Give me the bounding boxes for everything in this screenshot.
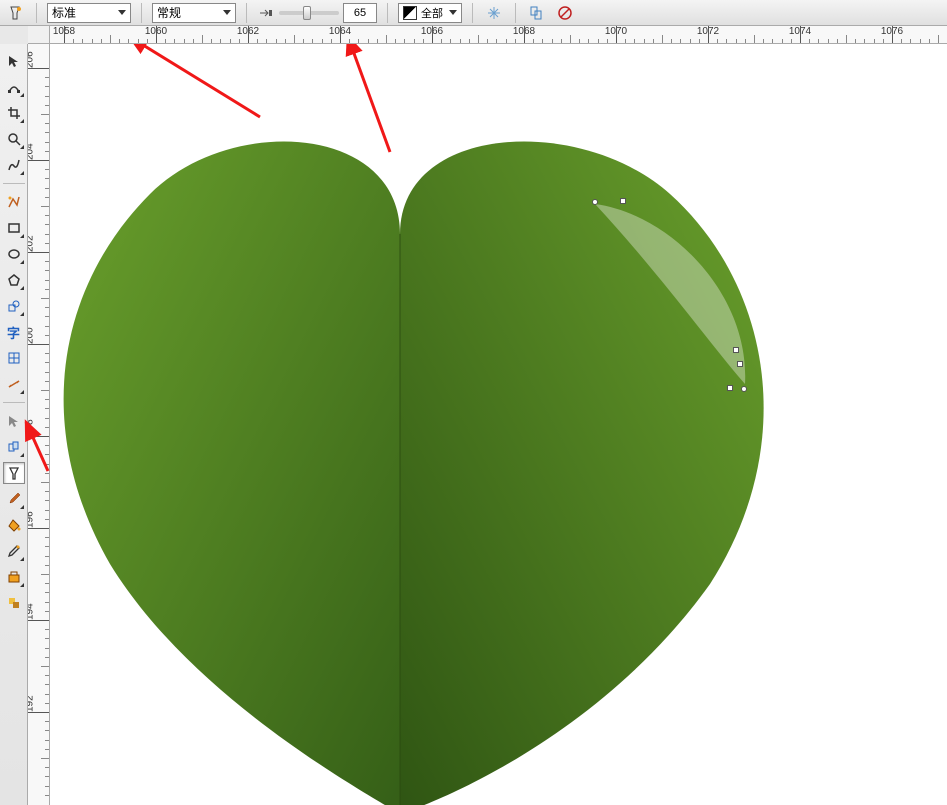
toolbox-separator	[3, 183, 25, 184]
apply-to-dropdown[interactable]: 全部	[398, 3, 462, 23]
node-handle[interactable]	[741, 386, 747, 392]
smart-fill-tool[interactable]	[3, 592, 25, 614]
ruler-tick-label: 200	[28, 314, 36, 344]
paint-bucket-tool[interactable]	[3, 514, 25, 536]
node-handle[interactable]	[733, 347, 739, 353]
edit-transparency-icon[interactable]	[4, 3, 26, 23]
separator	[472, 3, 473, 23]
flyout-indicator-icon	[20, 171, 24, 175]
ruler-tick-label: 198	[28, 406, 36, 436]
node-handle[interactable]	[737, 361, 743, 367]
flyout-indicator-icon	[20, 93, 24, 97]
freehand-tool[interactable]	[3, 154, 25, 176]
dimension-tool[interactable]	[3, 373, 25, 395]
ruler-tick-label: 206	[28, 44, 36, 68]
polygon-tool[interactable]	[3, 269, 25, 291]
ruler-tick-label: 194	[28, 590, 36, 620]
transparency-value-input[interactable]	[343, 3, 377, 23]
crop-tool[interactable]	[3, 102, 25, 124]
freeze-transparency-icon[interactable]	[483, 3, 505, 23]
flyout-indicator-icon	[20, 583, 24, 587]
flyout-indicator-icon	[20, 390, 24, 394]
clear-transparency-icon[interactable]	[554, 3, 576, 23]
ruler-corner	[28, 26, 50, 44]
flyout-indicator-icon	[20, 557, 24, 561]
property-bar: 标准 常规 全部	[0, 0, 947, 26]
flyout-indicator-icon	[20, 505, 24, 509]
outline-tool[interactable]	[3, 540, 25, 562]
zoom-tool[interactable]	[3, 128, 25, 150]
text-tool[interactable]: 字	[3, 321, 25, 343]
eyedropper-tool[interactable]	[3, 488, 25, 510]
shape-tool[interactable]	[3, 76, 25, 98]
fill-tool[interactable]	[3, 566, 25, 588]
color-chip-icon	[403, 6, 417, 20]
transparency-operation-dropdown[interactable]: 常规	[152, 3, 236, 23]
flyout-indicator-icon	[20, 312, 24, 316]
basic-shapes-tool[interactable]	[3, 295, 25, 317]
blend-tool[interactable]	[3, 436, 25, 458]
apply-to-label: 全部	[421, 5, 443, 21]
chevron-down-icon	[223, 10, 231, 15]
ruler-tick-label: 192	[28, 682, 36, 712]
heart-right-half[interactable]	[400, 142, 764, 805]
copy-transparency-icon[interactable]	[526, 3, 548, 23]
heart-drawing	[50, 44, 947, 805]
flyout-indicator-icon	[20, 234, 24, 238]
start-transparency-icon[interactable]	[257, 4, 275, 22]
transparency-type-dropdown[interactable]: 标准	[47, 3, 131, 23]
separator	[246, 3, 247, 23]
flyout-indicator-icon	[20, 286, 24, 290]
toolbox: 字	[0, 44, 28, 805]
ruler-horizontal[interactable]: 1058106010621064106610681070107210741076	[50, 26, 947, 44]
heart-left-half[interactable]	[64, 142, 400, 805]
smart-draw-tool[interactable]	[3, 191, 25, 213]
ellipse-tool[interactable]	[3, 243, 25, 265]
connector-tool[interactable]	[3, 410, 25, 432]
node-handle[interactable]	[592, 199, 598, 205]
toolbox-separator	[3, 402, 25, 403]
separator	[141, 3, 142, 23]
ruler-tick-label: 196	[28, 498, 36, 528]
flyout-indicator-icon	[20, 119, 24, 123]
pick-tool[interactable]	[3, 50, 25, 72]
canvas[interactable]	[50, 44, 947, 805]
separator	[36, 3, 37, 23]
ruler-tick-label: 204	[28, 130, 36, 160]
transparency-slider-group	[257, 3, 377, 23]
transparency-slider[interactable]	[279, 11, 339, 15]
slider-thumb[interactable]	[303, 6, 311, 20]
chevron-down-icon	[118, 10, 126, 15]
flyout-indicator-icon	[20, 260, 24, 264]
separator	[515, 3, 516, 23]
flyout-indicator-icon	[20, 145, 24, 149]
flyout-indicator-icon	[20, 453, 24, 457]
chevron-down-icon	[449, 10, 457, 15]
ruler-tick-label: 202	[28, 222, 36, 252]
transparency-type-label: 标准	[52, 4, 112, 21]
transparency-operation-label: 常规	[157, 4, 217, 21]
table-tool[interactable]	[3, 347, 25, 369]
rectangle-tool[interactable]	[3, 217, 25, 239]
separator	[387, 3, 388, 23]
node-handle[interactable]	[727, 385, 733, 391]
transparency-tool[interactable]	[3, 462, 25, 484]
ruler-vertical[interactable]: 206 204 202 200 198 196 194 192	[28, 44, 50, 805]
node-handle[interactable]	[620, 198, 626, 204]
